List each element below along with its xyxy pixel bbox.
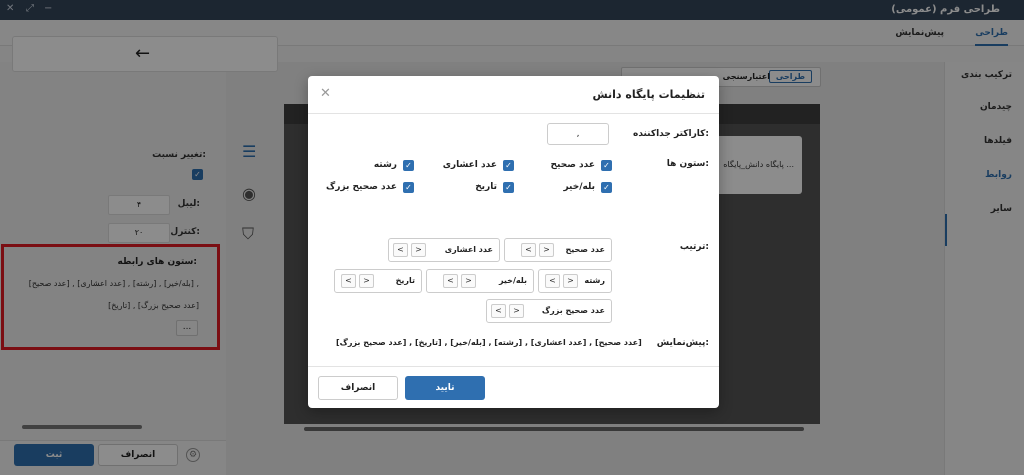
move-right-button[interactable]: > <box>461 274 476 288</box>
order-item-label: بله/خیر <box>498 276 527 285</box>
column-label-boolean: بله/خیر <box>563 182 595 192</box>
move-right-button[interactable]: > <box>563 274 578 288</box>
dialog-header: تنظیمات پایگاه دانش ✕ <box>308 76 719 114</box>
preview-label: پیش‌نمایش: <box>656 338 709 348</box>
order-item-label: تاریخ <box>395 276 415 285</box>
order-item-decimal[interactable]: عدد اعشاری < > <box>388 238 500 262</box>
order-label: ترتیب: <box>679 242 709 252</box>
move-right-button[interactable]: > <box>509 304 524 318</box>
column-checkbox-string[interactable]: ✓ <box>403 160 414 171</box>
close-icon[interactable]: ✕ <box>320 86 331 101</box>
column-label-integer: عدد صحیح <box>550 160 595 170</box>
move-right-button[interactable]: > <box>539 243 554 257</box>
columns-label: ستون ها: <box>666 159 709 169</box>
column-label-string: رشته <box>373 160 397 170</box>
order-item-date[interactable]: تاریخ < > <box>334 269 422 293</box>
column-label-date: تاریخ <box>475 182 497 192</box>
order-item-label: رشته <box>584 276 605 285</box>
move-left-button[interactable]: < <box>545 274 560 288</box>
dialog-title: تنظیمات پایگاه دانش <box>592 88 705 101</box>
confirm-button[interactable]: تایید <box>405 376 485 400</box>
separator-input[interactable]: , <box>547 123 609 145</box>
move-left-button[interactable]: < <box>491 304 506 318</box>
preview-value: [عدد صحیح] , [عدد اعشاری] , [رشته] , [بل… <box>336 338 642 347</box>
column-checkbox-date[interactable]: ✓ <box>503 182 514 193</box>
move-left-button[interactable]: < <box>521 243 536 257</box>
move-left-button[interactable]: < <box>443 274 458 288</box>
column-label-bigint: عدد صحیح بزرگ <box>326 182 397 192</box>
dialog-cancel-button[interactable]: انصراف <box>318 376 398 400</box>
order-item-label: عدد صحیح <box>565 245 605 254</box>
order-item-string[interactable]: رشته < > <box>538 269 612 293</box>
column-checkbox-decimal[interactable]: ✓ <box>503 160 514 171</box>
column-checkbox-integer[interactable]: ✓ <box>601 160 612 171</box>
separator-label: کاراکتر جداکننده: <box>633 129 709 139</box>
move-left-button[interactable]: < <box>341 274 356 288</box>
column-label-decimal: عدد اعشاری <box>442 160 497 170</box>
move-left-button[interactable]: < <box>393 243 408 257</box>
order-item-bigint[interactable]: عدد صحیح بزرگ < > <box>486 299 612 323</box>
knowledge-base-settings-dialog: تنظیمات پایگاه دانش ✕ کاراکتر جداکننده: … <box>308 76 719 408</box>
move-right-button[interactable]: > <box>411 243 426 257</box>
column-checkbox-boolean[interactable]: ✓ <box>601 182 612 193</box>
move-right-button[interactable]: > <box>359 274 374 288</box>
column-checkbox-bigint[interactable]: ✓ <box>403 182 414 193</box>
order-item-integer[interactable]: عدد صحیح < > <box>504 238 612 262</box>
order-item-boolean[interactable]: بله/خیر < > <box>426 269 534 293</box>
order-item-label: عدد اعشاری <box>444 245 493 254</box>
order-item-label: عدد صحیح بزرگ <box>541 306 605 315</box>
